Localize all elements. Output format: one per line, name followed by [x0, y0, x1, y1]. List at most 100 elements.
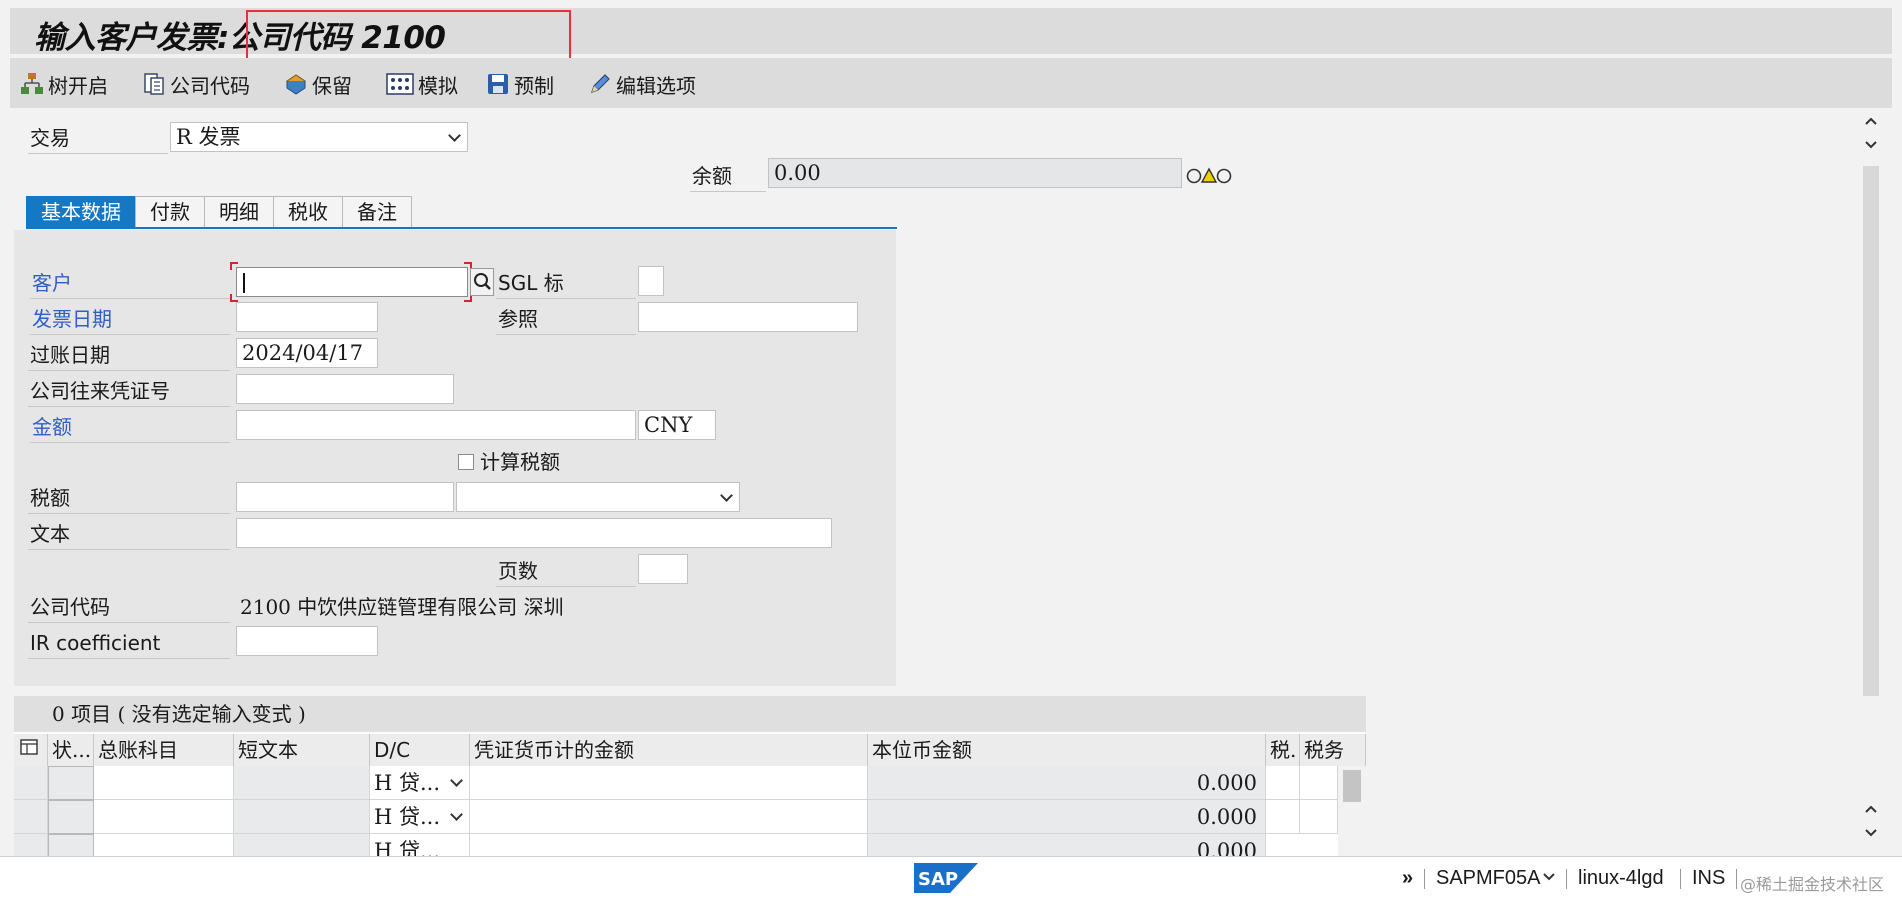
- col-local-amount[interactable]: 本位币金额: [868, 734, 1266, 766]
- status-separator: [1680, 869, 1681, 889]
- tab-payment[interactable]: 付款: [135, 196, 205, 228]
- svg-text:SAP: SAP: [918, 869, 958, 890]
- grid-scroll-thumb[interactable]: [1343, 770, 1361, 802]
- col-tax-code[interactable]: 税务: [1300, 734, 1366, 766]
- pages-label: 页数: [496, 555, 636, 587]
- scroll-up-icon[interactable]: [1864, 114, 1878, 158]
- invoice-date-input[interactable]: [236, 302, 378, 332]
- simulate-label: 模拟: [418, 73, 458, 98]
- application-toolbar: 树开启 公司代码 保留 模拟 预制 编辑选项: [10, 58, 1892, 108]
- text-input[interactable]: [236, 518, 832, 548]
- edit-options-button[interactable]: 编辑选项: [588, 70, 696, 98]
- reference-input[interactable]: [638, 302, 858, 332]
- park-button[interactable]: 预制: [486, 70, 554, 98]
- tax-code-select[interactable]: [456, 482, 740, 512]
- row-status-cell[interactable]: [48, 834, 94, 856]
- doc-amount-cell[interactable]: [470, 834, 868, 856]
- server-name: linux-4lgd: [1578, 867, 1664, 889]
- calc-tax-label: 计算税额: [480, 450, 560, 474]
- short-text-cell[interactable]: [234, 800, 370, 834]
- chevron-down-icon[interactable]: [1542, 871, 1556, 883]
- doc-amount-cell[interactable]: [470, 766, 868, 800]
- chevron-down-icon: [448, 129, 461, 142]
- gl-account-cell[interactable]: [94, 766, 234, 800]
- hold-button[interactable]: 保留: [284, 70, 352, 98]
- col-tax[interactable]: 税.: [1266, 734, 1300, 766]
- row-selector[interactable]: [14, 766, 48, 800]
- pencil-icon: [588, 72, 612, 96]
- intercompany-input[interactable]: [236, 374, 454, 404]
- dc-cell[interactable]: H 贷...: [370, 766, 470, 800]
- simulate-icon: [386, 72, 414, 96]
- customer-input[interactable]: [236, 267, 468, 297]
- company-code-icon: [142, 72, 166, 96]
- scroll-down-icon[interactable]: [1864, 800, 1878, 844]
- vertical-scrollbar[interactable]: [1860, 110, 1882, 700]
- expand-status-button[interactable]: »: [1402, 867, 1413, 890]
- gl-account-cell[interactable]: [94, 834, 234, 856]
- local-amount-cell: 0.000: [868, 800, 1266, 834]
- dc-cell[interactable]: H 贷...: [370, 834, 470, 856]
- search-icon: [474, 273, 491, 290]
- transaction-select[interactable]: R 发票: [170, 122, 468, 152]
- hold-icon: [284, 72, 308, 96]
- insert-mode: INS: [1692, 867, 1726, 889]
- tax-code-cell[interactable]: [1300, 800, 1338, 834]
- row-selector[interactable]: [14, 834, 48, 856]
- grid-settings-button[interactable]: [14, 734, 48, 766]
- simulate-button[interactable]: 模拟: [386, 70, 458, 98]
- program-name: SAPMF05A: [1436, 867, 1541, 889]
- balance-value: 0.00: [768, 158, 1182, 188]
- status-separator: [1736, 869, 1737, 889]
- amount-input[interactable]: [236, 410, 636, 440]
- table-settings-icon: [20, 739, 38, 755]
- row-status-cell[interactable]: [48, 766, 94, 800]
- status-separator: [1566, 869, 1567, 889]
- tax-amount-input[interactable]: [236, 482, 454, 512]
- col-gl-account[interactable]: 总账科目: [94, 734, 234, 766]
- company-code-button[interactable]: 公司代码: [142, 70, 250, 98]
- local-amount-cell: 0.000: [868, 834, 1266, 856]
- col-doc-amount[interactable]: 凭证货币计的金额: [470, 734, 868, 766]
- short-text-cell[interactable]: [234, 766, 370, 800]
- col-status[interactable]: 状...: [48, 734, 94, 766]
- transaction-label: 交易: [28, 122, 168, 154]
- dc-cell[interactable]: H 贷...: [370, 800, 470, 834]
- intercompany-label: 公司往来凭证号: [28, 375, 230, 407]
- tab-notes[interactable]: 备注: [342, 196, 412, 228]
- calc-tax-checkbox[interactable]: [458, 454, 474, 470]
- tax-cell[interactable]: [1266, 800, 1300, 834]
- col-dc[interactable]: D/C: [370, 734, 470, 766]
- short-text-cell[interactable]: [234, 834, 370, 856]
- tab-basic-data[interactable]: 基本数据: [26, 196, 136, 228]
- sap-logo: SAP: [914, 863, 978, 893]
- row-selector[interactable]: [14, 800, 48, 834]
- sgl-input[interactable]: [638, 266, 664, 296]
- gl-account-cell[interactable]: [94, 800, 234, 834]
- col-short-text[interactable]: 短文本: [234, 734, 370, 766]
- tab-tax[interactable]: 税收: [273, 196, 343, 228]
- sap-window: 输入客户发票:公司代码 2100 树开启 公司代码 保留 模拟 预制 编辑选项 …: [0, 0, 1902, 898]
- pages-input[interactable]: [638, 554, 688, 584]
- row-status-cell[interactable]: [48, 800, 94, 834]
- doc-amount-cell[interactable]: [470, 800, 868, 834]
- customer-search-button[interactable]: [470, 268, 494, 296]
- scroll-track[interactable]: [1863, 166, 1879, 696]
- chevron-down-icon: [450, 774, 463, 787]
- dc-value: H 贷...: [374, 839, 441, 856]
- grid-scrollbar[interactable]: [1338, 766, 1366, 856]
- status-bar: SAP » SAPMF05A linux-4lgd INS @稀土掘金技术社区: [0, 856, 1902, 898]
- tax-code-cell[interactable]: [1300, 766, 1338, 800]
- edit-options-label: 编辑选项: [616, 73, 696, 98]
- tab-details[interactable]: 明细: [204, 196, 274, 228]
- tax-cell[interactable]: [1266, 766, 1300, 800]
- watermark-text: @稀土掘金技术社区: [1740, 875, 1885, 894]
- tree-icon: [20, 72, 44, 96]
- chevron-down-icon: [450, 808, 463, 821]
- line-items-grid: 0 项目 ( 没有选定输入变式 ) 状... 总账科目 短文本 D/C 凭证货币…: [14, 696, 1366, 856]
- currency-input[interactable]: CNY: [638, 410, 716, 440]
- ir-coefficient-input[interactable]: [236, 626, 378, 656]
- tree-on-button[interactable]: 树开启: [20, 70, 108, 98]
- tax-amount-label: 税额: [28, 482, 230, 514]
- posting-date-input[interactable]: 2024/04/17: [236, 338, 378, 368]
